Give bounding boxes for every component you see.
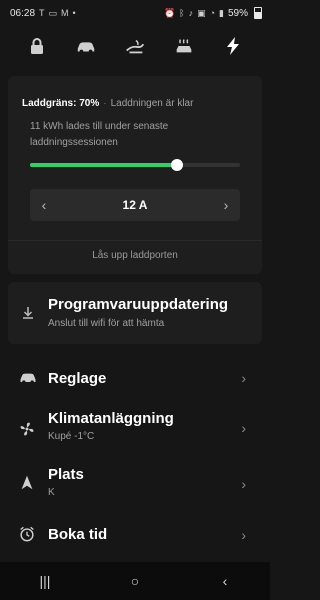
software-update-card[interactable] [8,282,262,344]
charge-summary: Laddgräns: 70% · Laddningen är klar [22,98,193,109]
message-icon: ▭ [48,7,58,18]
back-button[interactable]: ‹ [205,573,245,589]
recents-button[interactable]: ||| [25,573,65,589]
car-icon[interactable] [72,34,100,58]
menu-item-controls[interactable]: Reglage › [0,362,270,398]
decrease-amps-button[interactable]: ‹ [30,197,58,213]
alarm-clock-icon [18,525,38,545]
menu-title: Boka tid [48,526,108,543]
mute-icon: ♪ [188,8,194,18]
divider [8,240,262,241]
system-nav-bar: ||| ○ ‹ [0,562,270,600]
charge-limit-label: Laddgräns: 70% [22,98,100,109]
amperage-value: 12 A [122,198,148,212]
charge-status: Laddningen är klar [110,98,194,109]
alarm-icon: ⏰ [163,7,176,18]
charge-info: 11 kWh lades till under senaste laddning… [30,121,169,148]
separator-dot: · [103,98,107,109]
chevron-right-icon: › [241,476,246,492]
battery-icon [254,7,262,19]
menu-subtitle: Kupé -1°C [48,431,95,442]
slider-fill [30,163,177,167]
software-update-title: Programvaruuppdatering [48,296,229,313]
software-update-subtitle: Anslut till wifi för att hämta [48,318,165,329]
volte-icon: ▣ [197,7,206,18]
menu-item-schedule[interactable]: Boka tid › [0,518,270,554]
home-button[interactable]: ○ [115,573,155,589]
heated-seat-icon[interactable] [170,34,198,58]
menu-item-location[interactable]: Plats K › [0,460,270,506]
menu-subtitle: K [48,487,55,498]
menu-title: Klimatanläggning [48,410,174,427]
menu-title: Plats [48,466,84,483]
bluetooth-icon: ᛒ [179,8,185,18]
wifi-icon: ◔ [209,8,216,18]
menu-title: Reglage [48,370,107,387]
unlock-charge-port-button[interactable]: Lås upp laddporten [8,250,262,261]
fan-icon [18,420,38,440]
signal-icon: ▮ [219,7,224,18]
chevron-right-icon: › [241,420,246,436]
menu-item-climate[interactable]: Klimatanläggning Kupé -1°C › [0,404,270,450]
increase-amps-button[interactable]: › [212,197,240,213]
m-icon: M [61,8,69,18]
lightning-icon[interactable] [219,34,247,58]
status-time: 06:28 [10,7,36,19]
navigation-arrow-icon [18,474,38,494]
charge-limit-slider[interactable] [30,159,240,171]
car-icon [18,368,38,388]
amperage-stepper: ‹ 12 A › [30,189,240,221]
t-icon: T [39,8,45,18]
chevron-right-icon: › [241,370,246,386]
lock-icon[interactable] [23,34,51,58]
top-nav [0,32,270,60]
slider-thumb[interactable] [171,159,183,171]
download-icon [20,305,36,321]
chevron-right-icon: › [241,527,246,543]
dot-icon: • [72,8,76,18]
status-bar: 06:28 T ▭ M • ⏰ ᛒ ♪ ▣ ◔ ▮ 59% [0,0,270,26]
fan-icon[interactable] [121,34,149,58]
battery-percent: 59% [227,7,248,19]
